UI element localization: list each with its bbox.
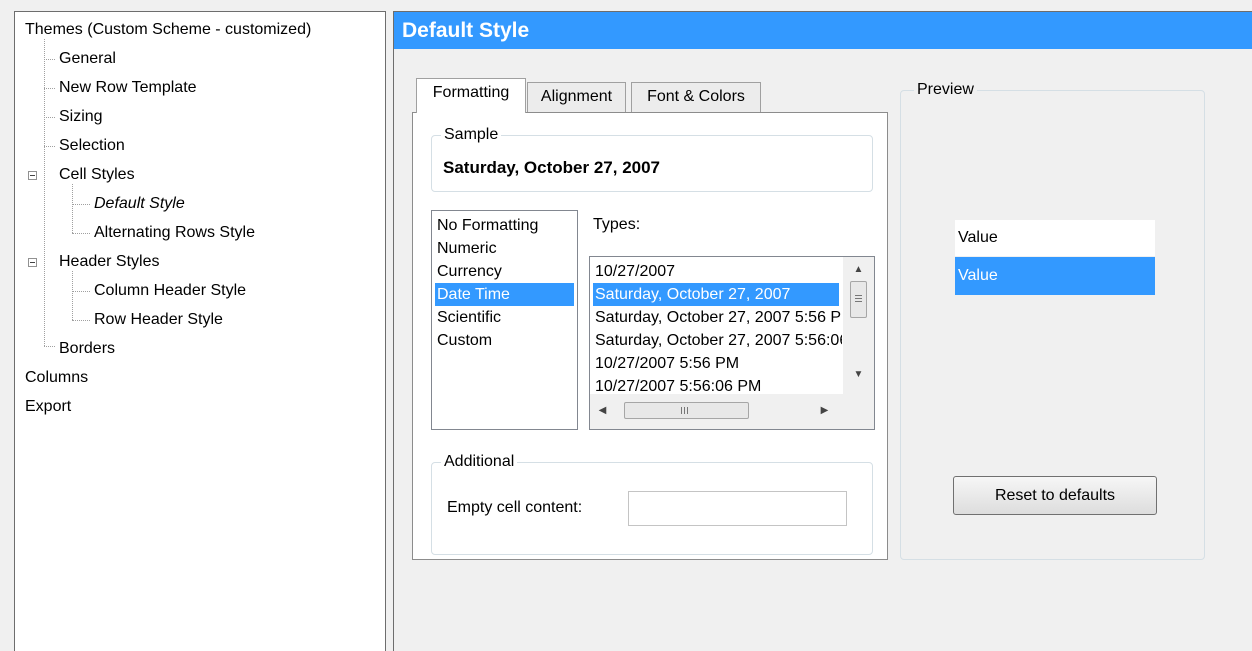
scroll-right-icon[interactable]: ▶ (816, 402, 833, 419)
tree-connector-line (44, 88, 55, 89)
tree-connector-line (72, 271, 73, 320)
tree-item-header-styles[interactable]: Header Styles (59, 252, 160, 272)
reset-to-defaults-button[interactable]: Reset to defaults (953, 476, 1157, 515)
list-item-numeric[interactable]: Numeric (435, 237, 574, 260)
tree-item-selection[interactable]: Selection (59, 136, 125, 156)
list-item-custom[interactable]: Custom (435, 329, 574, 352)
grip-icon (855, 295, 862, 296)
tree-connector-line (44, 117, 55, 118)
list-item-currency[interactable]: Currency (435, 260, 574, 283)
list-item-type[interactable]: Saturday, October 27, 2007 5:56:06 PM (593, 329, 842, 352)
tree-item-row-header-style[interactable]: Row Header Style (94, 310, 223, 330)
scroll-left-icon[interactable]: ◀ (594, 402, 611, 419)
additional-group: Additional Empty cell content: (431, 452, 873, 555)
list-item-type[interactable]: 10/27/2007 (593, 260, 839, 283)
tab-alignment[interactable]: Alignment (527, 82, 626, 113)
list-item-date-time[interactable]: Date Time (435, 283, 574, 306)
tree-item-cell-styles[interactable]: Cell Styles (59, 165, 135, 185)
types-list-viewport: 10/27/2007 Saturday, October 27, 2007 Sa… (590, 257, 842, 394)
types-horizontal-scrollbar[interactable]: ◀ ▶ (590, 394, 874, 429)
collapse-header-styles-icon[interactable] (28, 258, 37, 267)
tree-root-themes[interactable]: Themes (Custom Scheme - customized) (25, 20, 311, 40)
collapse-cell-styles-icon[interactable] (28, 171, 37, 180)
tree-connector-line (44, 346, 55, 347)
sample-group-label: Sample (441, 125, 502, 145)
empty-cell-content-label: Empty cell content: (447, 499, 583, 516)
tree-item-new-row-template[interactable]: New Row Template (59, 78, 197, 98)
panel-title: Default Style (394, 12, 1252, 49)
style-editor-panel: Default Style Formatting Alignment Font … (393, 11, 1252, 651)
tab-font-colors[interactable]: Font & Colors (631, 82, 761, 113)
tree-connector-line (44, 39, 45, 346)
tree-connector-line (72, 291, 90, 292)
preview-cell: Value (955, 220, 1155, 256)
tree-connector-line (44, 59, 55, 60)
preview-cell-selected: Value (955, 257, 1155, 295)
types-label: Types: (593, 216, 641, 233)
sample-value: Saturday, October 27, 2007 (443, 158, 661, 177)
tab-formatting[interactable]: Formatting (416, 78, 526, 113)
preview-group-label: Preview (914, 80, 977, 100)
formatting-tab-page: Sample Saturday, October 27, 2007 No For… (412, 112, 888, 560)
tree-root-columns[interactable]: Columns (25, 368, 88, 388)
list-item-type[interactable]: 10/27/2007 5:56 PM (593, 352, 839, 375)
list-item-scientific[interactable]: Scientific (435, 306, 574, 329)
tree-connector-line (72, 320, 90, 321)
types-list[interactable]: 10/27/2007 Saturday, October 27, 2007 Sa… (589, 256, 875, 430)
tree-item-alternating-rows-style[interactable]: Alternating Rows Style (94, 223, 255, 243)
scroll-up-icon[interactable]: ▲ (850, 261, 867, 278)
types-vertical-scrollbar[interactable]: ▲ ▼ (843, 257, 874, 394)
tree-item-sizing[interactable]: Sizing (59, 107, 103, 127)
vertical-scroll-thumb[interactable] (850, 281, 867, 318)
list-item-type-selected[interactable]: Saturday, October 27, 2007 (593, 283, 839, 306)
navigation-tree: Themes (Custom Scheme - customized) Gene… (14, 11, 386, 651)
tree-item-default-style[interactable]: Default Style (94, 194, 185, 214)
format-category-list[interactable]: No Formatting Numeric Currency Date Time… (431, 210, 578, 430)
tree-item-general[interactable]: General (59, 49, 116, 69)
preview-group: Preview Value Value Reset to defaults (900, 80, 1205, 560)
list-item-type[interactable]: 10/27/2007 5:56:06 PM (593, 375, 839, 394)
tree-item-borders[interactable]: Borders (59, 339, 115, 359)
empty-cell-content-input[interactable] (628, 491, 847, 526)
tree-connector-line (72, 204, 90, 205)
scroll-down-icon[interactable]: ▼ (850, 366, 867, 383)
tree-connector-line (44, 146, 55, 147)
tree-item-column-header-style[interactable]: Column Header Style (94, 281, 246, 301)
tree-connector-line (72, 184, 73, 233)
list-item-no-formatting[interactable]: No Formatting (435, 214, 574, 237)
horizontal-scroll-thumb[interactable] (624, 402, 749, 419)
tree-root-export[interactable]: Export (25, 397, 71, 417)
list-item-type[interactable]: Saturday, October 27, 2007 5:56 PM (593, 306, 842, 329)
grip-icon (681, 407, 682, 414)
additional-group-label: Additional (441, 452, 518, 472)
tree-connector-line (72, 233, 90, 234)
sample-group: Sample Saturday, October 27, 2007 (431, 125, 873, 192)
